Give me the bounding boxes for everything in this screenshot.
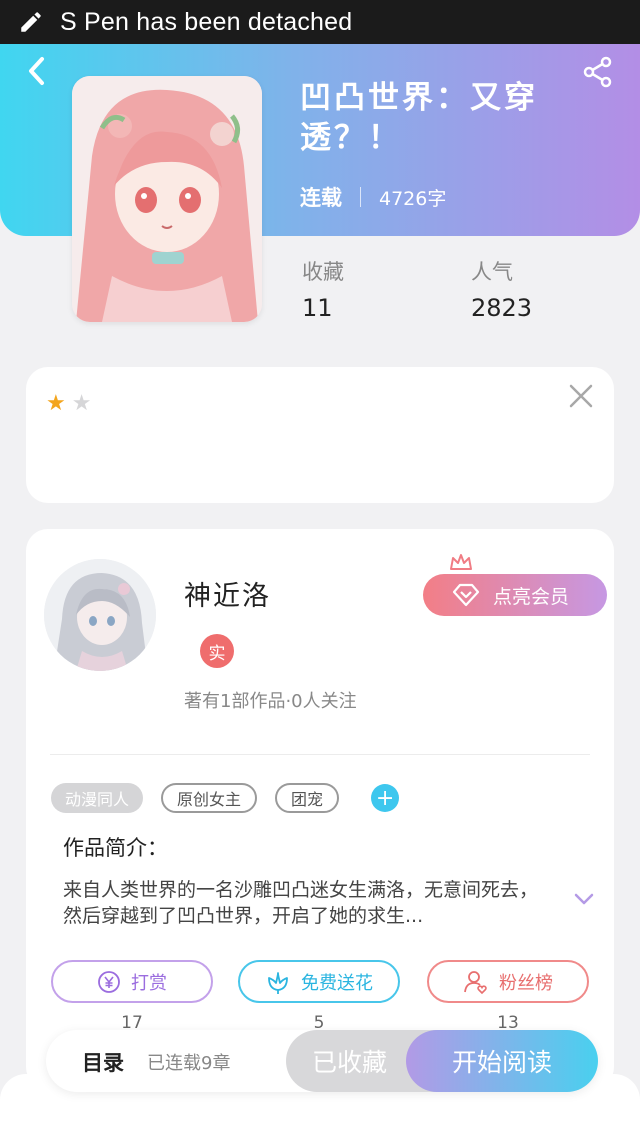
book-cover-image[interactable]: [72, 76, 262, 322]
vip-button-label: 点亮会员: [493, 585, 570, 608]
flower-icon: [268, 971, 288, 994]
fans-ranking-button[interactable]: 粉丝榜: [427, 960, 589, 1003]
divider: [50, 754, 590, 755]
serial-status: 连载: [300, 186, 342, 210]
word-count: 4726字: [379, 187, 447, 210]
back-chevron-icon[interactable]: [22, 54, 52, 88]
fans-user-icon: [464, 970, 487, 994]
serial-info: 连载 4726字: [300, 182, 446, 212]
favorites-label: 收藏: [302, 260, 344, 284]
diamond-icon: [452, 583, 480, 607]
star-empty-icon[interactable]: ★: [72, 393, 92, 415]
start-reading-button[interactable]: 开始阅读: [406, 1030, 598, 1092]
divider: [360, 187, 361, 207]
author-avatar[interactable]: [44, 559, 156, 671]
popularity-count: 2823: [471, 294, 533, 322]
share-icon[interactable]: [580, 54, 616, 90]
star-filled-icon[interactable]: ★: [46, 393, 66, 415]
popularity-label: 人气: [471, 260, 513, 284]
bottom-action-bar: 目录 已连载9章 已收藏 开始阅读: [46, 1030, 598, 1092]
send-flower-label: 免费送花: [301, 972, 373, 994]
pen-icon: [16, 7, 46, 37]
chapter-count[interactable]: 已连载9章: [147, 1049, 230, 1075]
close-icon[interactable]: [566, 381, 596, 411]
book-title: 凹凸世界：又穿透？！: [300, 80, 538, 156]
table-of-contents-button[interactable]: 目录: [82, 1047, 124, 1077]
status-message: S Pen has been detached: [60, 7, 353, 36]
intro-heading: 作品简介：: [63, 836, 168, 860]
author-card: 神近洛 实 著有1部作品·0人关注 点亮会员 动漫同人 原创女主 团宠 + 作品…: [26, 529, 614, 1089]
tag-item[interactable]: 动漫同人: [51, 783, 144, 813]
author-stats: 著有1部作品·0人关注: [184, 691, 357, 712]
tag-item[interactable]: 团宠: [275, 783, 340, 813]
rating-card: ★ ★: [26, 367, 614, 503]
send-flower-button[interactable]: 免费送花: [238, 960, 400, 1003]
favorites-count: 11: [302, 294, 333, 322]
tag-item[interactable]: 原创女主: [161, 783, 258, 813]
intro-text: 来自人类世界的一名沙雕凹凸迷女生满洛，无意间死去，然后穿越到了凹凸世界，开启了她…: [63, 879, 539, 927]
vip-member-button[interactable]: 点亮会员: [423, 574, 607, 616]
author-name[interactable]: 神近洛: [184, 574, 271, 613]
reward-label: 打赏: [131, 972, 167, 994]
fans-ranking-label: 粉丝榜: [499, 972, 553, 994]
chevron-down-icon[interactable]: [574, 891, 594, 905]
yen-coin-icon: [98, 970, 120, 993]
reward-button[interactable]: 打赏: [51, 960, 213, 1003]
add-tag-icon[interactable]: +: [371, 784, 400, 812]
verified-badge: 实: [200, 634, 234, 668]
system-status-bar: S Pen has been detached: [0, 0, 640, 44]
tag-list: 动漫同人 原创女主 团宠 +: [51, 783, 400, 813]
star-rating[interactable]: ★ ★: [46, 393, 91, 415]
crown-icon: [450, 554, 472, 570]
